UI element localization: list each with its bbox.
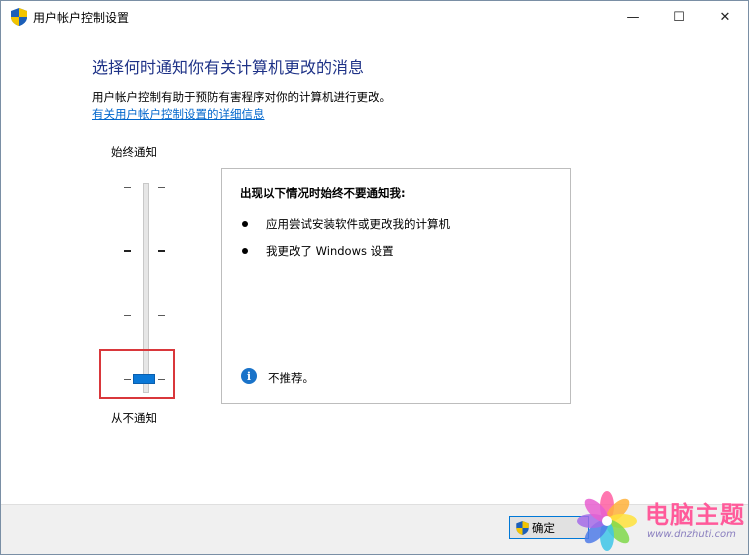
- panel-title: 出现以下情况时始终不要通知我:: [240, 186, 406, 200]
- watermark-title: 电脑主题: [645, 501, 745, 529]
- uac-shield-icon: [516, 520, 529, 535]
- slider-tick: [158, 250, 165, 252]
- watermark-url: www.dnzhuti.com: [647, 529, 736, 540]
- info-icon: i: [241, 368, 257, 384]
- slider-highlight-box: [99, 349, 175, 399]
- slider-tick: [124, 250, 131, 252]
- title-bar[interactable]: 用户帐户控制设置 — ☐ ✕: [1, 1, 748, 33]
- uac-details-link[interactable]: 有关用户帐户控制设置的详细信息: [92, 106, 265, 122]
- ok-button-label: 确定: [532, 520, 555, 535]
- minimize-button[interactable]: —: [610, 1, 656, 33]
- panel-bullet-item: 应用尝试安装软件或更改我的计算机: [266, 217, 450, 231]
- uac-shield-icon: [11, 8, 27, 26]
- recommendation-note: 不推荐。: [268, 371, 314, 385]
- uac-settings-window: 用户帐户控制设置 — ☐ ✕ 选择何时通知你有关计算机更改的消息 用户帐户控制有…: [0, 0, 749, 555]
- setting-description-panel: 出现以下情况时始终不要通知我: 应用尝试安装软件或更改我的计算机 我更改了 Wi…: [221, 168, 571, 404]
- bullet-icon: [242, 221, 248, 227]
- page-heading: 选择何时通知你有关计算机更改的消息: [92, 58, 365, 77]
- flower-logo-icon: [577, 491, 637, 551]
- slider-top-label: 始终通知: [111, 145, 157, 159]
- slider-tick: [158, 315, 165, 316]
- slider-tick: [158, 187, 165, 188]
- maximize-button[interactable]: ☐: [656, 1, 702, 33]
- slider-tick: [124, 187, 131, 188]
- site-watermark: 电脑主题 www.dnzhuti.com: [573, 489, 748, 554]
- page-description: 用户帐户控制有助于预防有害程序对你的计算机进行更改。: [92, 90, 391, 104]
- panel-bullet-item: 我更改了 Windows 设置: [266, 244, 394, 258]
- slider-bottom-label: 从不通知: [111, 411, 157, 425]
- bullet-icon: [242, 248, 248, 254]
- close-button[interactable]: ✕: [702, 1, 748, 33]
- window-title: 用户帐户控制设置: [33, 11, 130, 25]
- slider-tick: [124, 315, 131, 316]
